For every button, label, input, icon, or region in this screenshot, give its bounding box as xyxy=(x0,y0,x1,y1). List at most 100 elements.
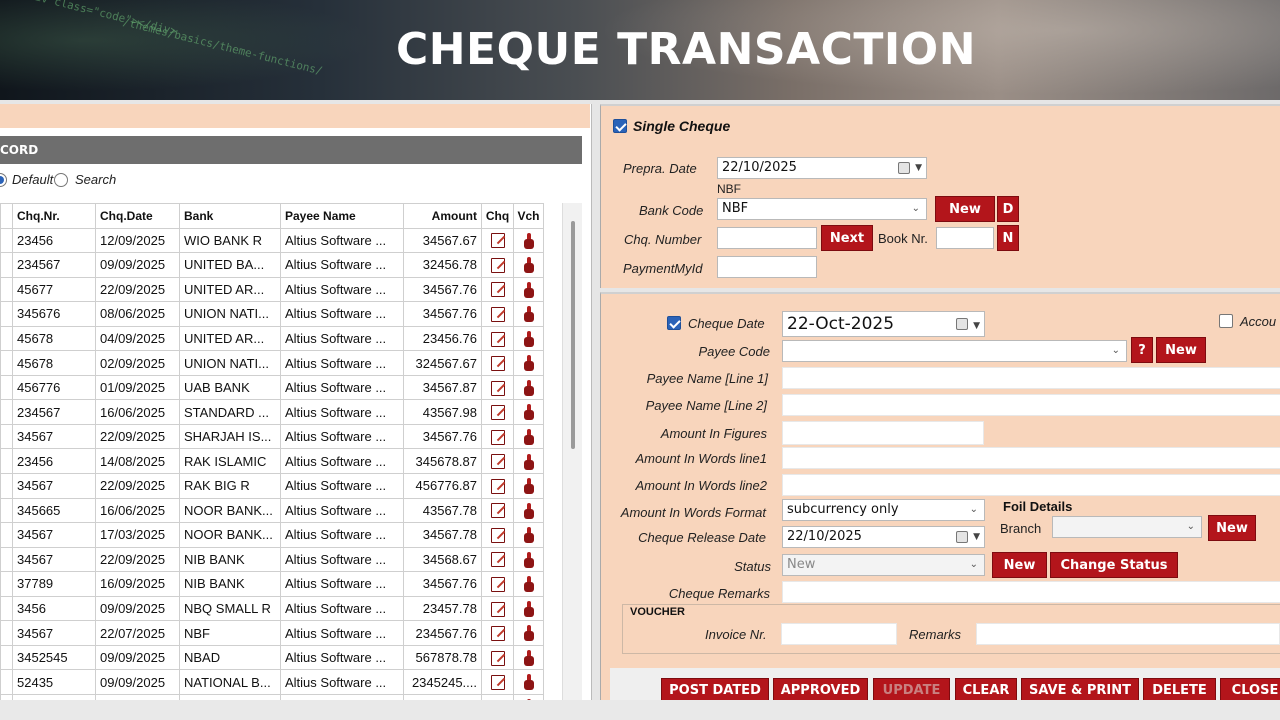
calendar-icon[interactable] xyxy=(898,162,910,174)
table-row[interactable]: 34567 22/07/2025 NBF Altius Software ... 234… xyxy=(0,620,544,646)
edit-cheque-icon[interactable] xyxy=(490,552,505,568)
table-row[interactable]: 3456 09/09/2025 NBQ SMALL R Altius Software… xyxy=(0,595,544,622)
payment-myid-input[interactable] xyxy=(717,256,817,278)
bank-code-select[interactable]: NBF ⌄ xyxy=(717,198,927,220)
edit-cheque-icon[interactable] xyxy=(490,405,505,421)
payee-line2-input[interactable] xyxy=(782,394,1280,416)
hand-pointer-icon[interactable] xyxy=(523,674,534,691)
hand-pointer-icon[interactable] xyxy=(523,428,534,445)
amount-figures-input[interactable] xyxy=(782,421,984,445)
hand-pointer-icon[interactable] xyxy=(523,649,534,666)
edit-cheque-icon[interactable] xyxy=(490,429,505,445)
edit-cheque-icon[interactable] xyxy=(490,233,505,249)
new-status-button[interactable]: New xyxy=(992,552,1047,578)
table-row[interactable]: 45677 22/09/2025 UNITED AR... Altius Softwa… xyxy=(0,276,544,303)
table-row[interactable]: 37789 16/09/2025 NIB BANK Altius Software .… xyxy=(0,571,544,597)
close-button[interactable]: CLOSE xyxy=(1220,678,1280,702)
hand-pointer-icon[interactable] xyxy=(523,306,534,323)
amount-words1-input[interactable] xyxy=(782,447,1280,469)
payee-help-button[interactable]: ? xyxy=(1131,337,1153,363)
new-branch-button[interactable]: New xyxy=(1208,515,1256,541)
payee-code-select[interactable]: ⌄ xyxy=(782,340,1127,362)
edit-cheque-icon[interactable] xyxy=(490,331,505,347)
table-row[interactable]: 34567 22/09/2025 SHARJAH IS... Altius Softw… xyxy=(0,423,544,450)
table-row[interactable]: 34567 22/09/2025 RAK BIG R Altius Software … xyxy=(0,473,544,499)
cheque-date-field[interactable]: 22-Oct-2025 ▼ xyxy=(782,311,985,337)
update-button[interactable]: UPDATE xyxy=(873,678,950,702)
n-button[interactable]: N xyxy=(997,225,1019,251)
scrollbar-thumb[interactable] xyxy=(571,221,575,449)
hand-pointer-icon[interactable] xyxy=(523,379,534,396)
edit-cheque-icon[interactable] xyxy=(490,454,505,470)
edit-cheque-icon[interactable] xyxy=(490,478,505,494)
edit-cheque-icon[interactable] xyxy=(490,306,505,322)
hand-pointer-icon[interactable] xyxy=(523,404,534,421)
release-date-field[interactable]: 22/10/2025 ▼ xyxy=(782,526,985,548)
chevron-down-icon[interactable]: ▼ xyxy=(915,158,922,178)
column-header-bank[interactable]: Bank xyxy=(179,203,281,229)
amount-format-select[interactable]: subcurrency only ⌄ xyxy=(782,499,985,521)
amount-words2-input[interactable] xyxy=(782,474,1280,496)
hand-pointer-icon[interactable] xyxy=(523,625,534,642)
cheque-date-checkbox[interactable] xyxy=(667,316,681,330)
column-header-chq[interactable]: Chq xyxy=(481,203,514,229)
edit-cheque-icon[interactable] xyxy=(490,601,505,617)
table-row[interactable]: 234567 09/09/2025 UNITED BA... Altius Softw… xyxy=(0,252,544,278)
clear-button[interactable]: CLEAR xyxy=(955,678,1017,702)
table-row[interactable]: 23456 12/09/2025 WIO BANK R Altius Software… xyxy=(0,227,544,254)
invoice-nr-input[interactable] xyxy=(781,623,897,645)
hand-pointer-icon[interactable] xyxy=(523,478,534,495)
table-row[interactable]: 345665 16/06/2025 NOOR BANK... Altius Softw… xyxy=(0,497,544,524)
chevron-down-icon[interactable]: ▼ xyxy=(973,314,980,336)
edit-cheque-icon[interactable] xyxy=(490,380,505,396)
book-nr-input[interactable] xyxy=(936,227,994,249)
table-row[interactable]: 3452545 09/09/2025 NBAD Altius Software ...… xyxy=(0,644,544,671)
d-button[interactable]: D xyxy=(997,196,1019,222)
column-header-vch[interactable]: Vch xyxy=(513,203,544,229)
edit-cheque-icon[interactable] xyxy=(490,650,505,666)
cheque-remarks-input[interactable] xyxy=(782,581,1280,603)
edit-cheque-icon[interactable] xyxy=(490,282,505,298)
hand-pointer-icon[interactable] xyxy=(523,355,534,372)
column-header-chq-date[interactable]: Chq.Date xyxy=(95,203,180,229)
edit-cheque-icon[interactable] xyxy=(490,503,505,519)
table-row[interactable]: 345676 08/06/2025 UNION NATI... Altius Soft… xyxy=(0,301,544,327)
branch-select[interactable]: ⌄ xyxy=(1052,516,1202,538)
calendar-icon[interactable] xyxy=(956,531,968,543)
table-row[interactable]: 45678 04/09/2025 UNITED AR... Altius Softwa… xyxy=(0,325,544,352)
column-header-payee-name[interactable]: Payee Name xyxy=(280,203,404,229)
post-dated-button[interactable]: POST DATED xyxy=(661,678,769,702)
table-row[interactable]: 34567 17/03/2025 NOOR BANK... Altius Softwa… xyxy=(0,522,544,548)
hand-pointer-icon[interactable] xyxy=(523,527,534,544)
account-checkbox[interactable] xyxy=(1219,314,1233,328)
edit-cheque-icon[interactable] xyxy=(490,626,505,642)
single-cheque-checkbox[interactable] xyxy=(613,119,627,133)
edit-cheque-icon[interactable] xyxy=(490,577,505,592)
hand-pointer-icon[interactable] xyxy=(523,576,534,593)
approved-button[interactable]: APPROVED xyxy=(773,678,868,702)
hand-pointer-icon[interactable] xyxy=(523,502,534,519)
table-row[interactable]: 45678 02/09/2025 UNION NATI... Altius Softw… xyxy=(0,350,544,376)
edit-cheque-icon[interactable] xyxy=(490,527,505,543)
payee-line1-input[interactable] xyxy=(782,367,1280,389)
new-payee-button[interactable]: New xyxy=(1156,337,1206,363)
hand-pointer-icon[interactable] xyxy=(523,600,534,617)
table-row[interactable]: 23456 14/08/2025 RAK ISLAMIC Altius Softwar… xyxy=(0,448,544,475)
hand-pointer-icon[interactable] xyxy=(523,551,534,568)
column-header-amount[interactable]: Amount xyxy=(403,203,482,229)
save-print-button[interactable]: SAVE & PRINT xyxy=(1021,678,1139,702)
column-header-chq-nr[interactable]: Chq.Nr. xyxy=(12,203,96,229)
table-row[interactable]: 456776 01/09/2025 UAB BANK Altius Software … xyxy=(0,374,544,401)
hand-pointer-icon[interactable] xyxy=(523,330,534,347)
hand-pointer-icon[interactable] xyxy=(523,281,534,298)
default-radio[interactable] xyxy=(0,173,7,187)
change-status-button[interactable]: Change Status xyxy=(1050,552,1178,578)
table-row[interactable]: 34567 22/09/2025 NIB BANK Altius Software .… xyxy=(0,546,544,573)
edit-cheque-icon[interactable] xyxy=(490,257,505,273)
search-radio[interactable] xyxy=(54,173,68,187)
hand-pointer-icon[interactable] xyxy=(523,232,534,249)
chevron-down-icon[interactable]: ▼ xyxy=(973,527,980,547)
edit-cheque-icon[interactable] xyxy=(490,356,505,372)
calendar-icon[interactable] xyxy=(956,318,968,330)
table-scrollbar[interactable] xyxy=(562,203,582,700)
